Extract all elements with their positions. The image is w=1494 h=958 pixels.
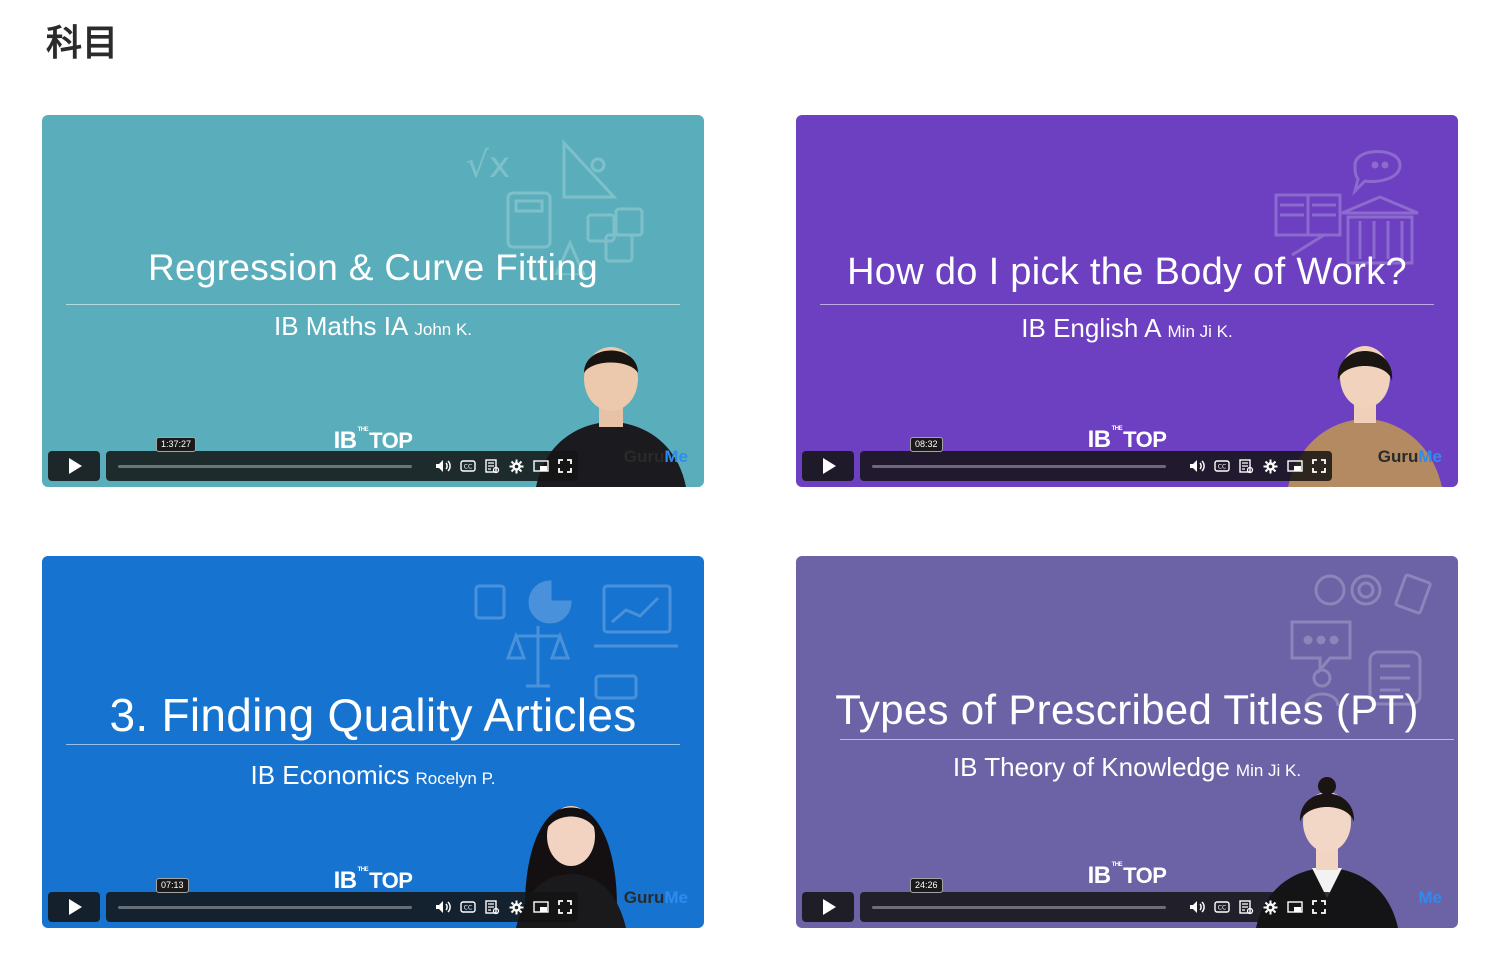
duration-label: 08:32	[910, 437, 943, 452]
settings-icon[interactable]	[1263, 459, 1278, 474]
video-title: How do I pick the Body of Work?	[847, 251, 1407, 293]
brand-logo: IBTHETOP	[1087, 862, 1167, 889]
course-name: IB Maths IA	[273, 311, 409, 341]
captions-icon[interactable]: CC	[460, 460, 476, 472]
video-title: Types of Prescribed Titles (PT)	[835, 686, 1419, 733]
instructor-name: Min Ji K.	[1167, 322, 1233, 341]
svg-text:√x: √x	[466, 145, 510, 186]
progress-track[interactable]	[872, 906, 1166, 909]
course-name: IB English A	[1021, 313, 1162, 343]
brand-logo: IBTHETOP	[1087, 426, 1167, 453]
captions-icon[interactable]: CC	[1214, 460, 1230, 472]
volume-icon[interactable]	[435, 459, 451, 473]
course-name: IB Theory of Knowledge	[952, 752, 1230, 782]
instructor-name: John K.	[414, 320, 473, 339]
play-icon	[823, 458, 836, 474]
volume-icon[interactable]	[1189, 900, 1205, 914]
brand-logo: IBTHETOP	[333, 867, 413, 894]
progress-track[interactable]	[118, 465, 412, 468]
gurume-watermark: GuruMe	[623, 447, 688, 466]
course-name: IB Economics	[250, 760, 410, 790]
gurume-watermark: GuruMe	[623, 888, 688, 907]
captions-icon[interactable]: CC	[1214, 901, 1230, 913]
video-card[interactable]: √x Regression & Curve Fitting IB Maths I…	[42, 115, 704, 487]
duration-label: 07:13	[156, 878, 189, 893]
picture-in-picture-icon[interactable]	[533, 900, 549, 914]
title-divider	[840, 739, 1454, 740]
captions-icon[interactable]: CC	[460, 901, 476, 913]
volume-icon[interactable]	[435, 900, 451, 914]
fullscreen-icon[interactable]	[1312, 459, 1326, 473]
video-card[interactable]: Types of Prescribed Titles (PT) IB Theor…	[796, 556, 1458, 928]
settings-icon[interactable]	[1263, 900, 1278, 915]
gurume-watermark: Me	[1418, 888, 1442, 907]
svg-text:CC: CC	[464, 464, 472, 471]
picture-in-picture-icon[interactable]	[533, 459, 549, 473]
control-bar: 07:13 CC	[106, 878, 578, 922]
svg-text:CC: CC	[464, 905, 472, 912]
gurume-watermark: GuruMe	[1377, 447, 1442, 466]
video-card[interactable]: How do I pick the Body of Work? IB Engli…	[796, 115, 1458, 487]
play-button[interactable]	[48, 451, 100, 481]
duration-label: 24:26	[910, 878, 943, 893]
transcript-icon[interactable]	[485, 458, 500, 474]
settings-icon[interactable]	[509, 900, 524, 915]
video-controls: 08:32 CC GuruMe	[802, 437, 1452, 481]
volume-icon[interactable]	[1189, 459, 1205, 473]
video-controls: 07:13 CC GuruMe	[48, 878, 698, 922]
fullscreen-icon[interactable]	[1312, 900, 1326, 914]
settings-icon[interactable]	[509, 459, 524, 474]
fullscreen-icon[interactable]	[558, 900, 572, 914]
video-controls: 24:26 CC Me	[802, 878, 1452, 922]
play-icon	[69, 458, 82, 474]
video-card[interactable]: 3. Finding Quality Articles IB Economics…	[42, 556, 704, 928]
transcript-icon[interactable]	[1239, 899, 1254, 915]
transcript-icon[interactable]	[1239, 458, 1254, 474]
progress-track[interactable]	[872, 465, 1166, 468]
control-bar: 08:32 CC	[860, 437, 1332, 481]
svg-text:CC: CC	[1218, 464, 1226, 471]
video-controls: 1:37:27 CC GuruMe	[48, 437, 698, 481]
fullscreen-icon[interactable]	[558, 459, 572, 473]
control-bar: 1:37:27 CC	[106, 437, 578, 481]
instructor-name: Rocelyn P.	[415, 769, 496, 788]
transcript-icon[interactable]	[485, 899, 500, 915]
video-title: 3. Finding Quality Articles	[109, 689, 637, 741]
title-divider	[820, 304, 1434, 305]
play-icon	[69, 899, 82, 915]
svg-text:CC: CC	[1218, 905, 1226, 912]
play-button[interactable]	[802, 892, 854, 922]
duration-label: 1:37:27	[156, 437, 197, 452]
title-divider	[66, 304, 680, 305]
page-title: 科目	[46, 23, 119, 64]
play-button[interactable]	[802, 451, 854, 481]
progress-track[interactable]	[118, 906, 412, 909]
play-button[interactable]	[48, 892, 100, 922]
title-divider	[66, 744, 680, 745]
control-bar: 24:26 CC	[860, 878, 1332, 922]
play-icon	[823, 899, 836, 915]
video-title: Regression & Curve Fitting	[148, 247, 598, 288]
picture-in-picture-icon[interactable]	[1287, 459, 1303, 473]
picture-in-picture-icon[interactable]	[1287, 900, 1303, 914]
